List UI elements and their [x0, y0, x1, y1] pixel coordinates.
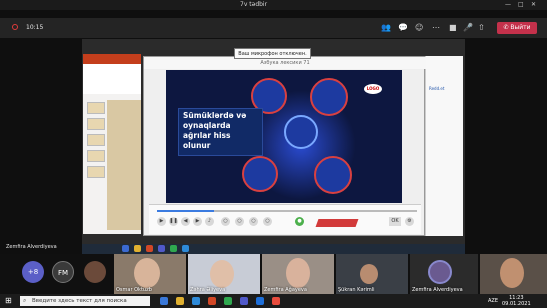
video-frame: Sümüklərdə və oynaqlarda ağrılar hiss ol… [166, 70, 402, 203]
leave-button[interactable]: ✆ Выйти [497, 22, 537, 34]
mic-icon[interactable]: 🎤 [463, 23, 473, 32]
task-view-icon[interactable] [160, 297, 168, 305]
camera-icon[interactable]: ■ [449, 23, 457, 32]
more-icon[interactable]: ⋯ [432, 23, 440, 32]
close-button[interactable]: ✕ [531, 1, 536, 8]
side-panel: Redd.et [425, 56, 463, 236]
recording-icon [12, 24, 18, 30]
slide-thumbnail[interactable] [87, 150, 105, 162]
pause-icon[interactable]: ❚❚ [169, 217, 178, 226]
participant-avatar [428, 260, 452, 284]
participant-name: Zemfira Ağayeva [264, 287, 307, 293]
teams-meeting-window: 7v tədbir — □ ✕ 10:15 👥 💬 ☺ ⋯ ■ 🎤 ⇧ ✆ Вы… [0, 0, 547, 308]
shared-taskbar [82, 244, 465, 254]
more-participants-badge[interactable]: +8 [22, 261, 44, 283]
browser-icon [182, 245, 189, 252]
participant-name: Zəhra Əliyeva [190, 287, 226, 293]
participant-tile[interactable]: Zəhra Əliyeva [188, 254, 260, 294]
play-icon[interactable]: ▶ [157, 217, 166, 226]
participant-video [210, 260, 234, 288]
teams-icon [158, 245, 165, 252]
settings-icon[interactable]: ⚙ [405, 217, 414, 226]
start-icon[interactable]: ⊞ [5, 296, 12, 305]
participant-tile[interactable]: Zemfira Ağayeva [262, 254, 334, 294]
reactions-icon[interactable]: ☺ [415, 23, 423, 32]
option-icon[interactable]: ○ [221, 217, 230, 226]
mic-muted-tooltip: Ваш микрофон отключен. [234, 48, 311, 59]
ppt-ribbon [83, 54, 141, 64]
teams-icon[interactable] [240, 297, 248, 305]
call-control-bar: 10:15 👥 💬 ☺ ⋯ ■ 🎤 ⇧ ✆ Выйти [0, 18, 547, 38]
participant-tile[interactable]: Osmar Oktuzb [114, 254, 186, 294]
option-icon[interactable]: ○ [263, 217, 272, 226]
app-icon[interactable] [272, 297, 280, 305]
slide-thumbnail[interactable] [87, 118, 105, 130]
chat-icon[interactable]: 💬 [398, 23, 408, 32]
minimize-button[interactable]: — [505, 1, 511, 8]
word-icon[interactable] [256, 297, 264, 305]
windows-taskbar: ⊞ Введите здесь текст для поиска ⌕ AZE 1… [0, 294, 547, 308]
participants-icon[interactable]: 👥 [381, 23, 391, 32]
powerpoint-icon[interactable] [208, 297, 216, 305]
participant-video [360, 264, 378, 284]
channel-logo: LOGO [364, 84, 382, 94]
participant-initials[interactable]: FM [52, 261, 74, 283]
participant-avatar[interactable] [84, 261, 106, 283]
search-icon: ⌕ [23, 297, 27, 304]
folder-icon[interactable] [176, 297, 184, 305]
side-panel-item[interactable]: Redd.et [429, 86, 444, 91]
participant-video [134, 258, 160, 288]
pelvis-bubble [284, 115, 318, 149]
powerpoint-window [83, 54, 141, 234]
video-player-window: Азбука лексики 71 Sümüklərdə və oynaqlar… [143, 56, 426, 236]
participant-name: Zemfira Alverdiyeva [412, 287, 463, 293]
powerpoint-icon [146, 245, 153, 252]
volume-icon[interactable]: ♪ [205, 217, 214, 226]
app-icon [122, 245, 129, 252]
participant-name: Şükran Kərimli [338, 287, 375, 293]
call-timer: 10:15 [26, 24, 44, 31]
participant-tile[interactable]: Zemfira Alverdiyeva [410, 254, 478, 294]
player-controls: ▶ ❚❚ ◀ ▶ ♪ ○ ○ ○ ○ ● OK ⚙ [149, 204, 421, 234]
option-icon[interactable]: ○ [249, 217, 258, 226]
title-bar: 7v tədbir — □ ✕ [0, 0, 547, 10]
participant-video [286, 258, 310, 288]
prev-icon[interactable]: ◀ [181, 217, 190, 226]
slide-editor [107, 100, 141, 230]
slide-thumbnail[interactable] [87, 102, 105, 114]
slide-thumbnail[interactable] [87, 134, 105, 146]
knee-bubble [314, 156, 352, 194]
taskbar-search-input[interactable]: Введите здесь текст для поиска [20, 296, 150, 306]
language-indicator[interactable]: AZE [488, 298, 498, 304]
participant-tile[interactable]: Şükran Kərimli [336, 254, 408, 294]
clock-date: 09.01.2021 [502, 301, 531, 307]
participant-name: Osmar Oktuzb [116, 287, 152, 293]
folder-icon [134, 245, 141, 252]
record-icon[interactable]: ● [295, 217, 304, 226]
next-icon[interactable]: ▶ [193, 217, 202, 226]
share-icon[interactable]: ⇧ [478, 23, 485, 32]
window-title: 7v tədbir [240, 1, 268, 8]
search-placeholder: Введите здесь текст для поиска [32, 298, 127, 304]
video-caption: Sümüklərdə və oynaqlarda ağrılar hiss ol… [178, 108, 263, 156]
participant-tile[interactable] [480, 254, 547, 294]
app-icon [170, 245, 177, 252]
seek-progress [157, 210, 215, 212]
foot-bubble [242, 156, 278, 192]
taskbar-clock[interactable]: 11:23 09.01.2021 [502, 295, 531, 307]
shoulder-bubble [310, 78, 348, 116]
leave-label: Выйти [510, 24, 531, 31]
slide-thumbnail[interactable] [87, 166, 105, 178]
seek-bar[interactable] [157, 210, 417, 212]
ok-button[interactable]: OK [389, 217, 401, 226]
participant-strip: +8 FM Osmar Oktuzb Zəhra Əliyeva Zemfira… [0, 254, 547, 294]
maximize-button[interactable]: □ [518, 1, 524, 8]
chrome-icon[interactable] [224, 297, 232, 305]
ppt-toolbar [83, 64, 141, 94]
presenter-name: Zemfira Alverdiyeva [6, 244, 57, 250]
edge-icon[interactable] [192, 297, 200, 305]
option-icon[interactable]: ○ [235, 217, 244, 226]
participant-video [500, 258, 524, 288]
highlight-bar [315, 219, 359, 227]
